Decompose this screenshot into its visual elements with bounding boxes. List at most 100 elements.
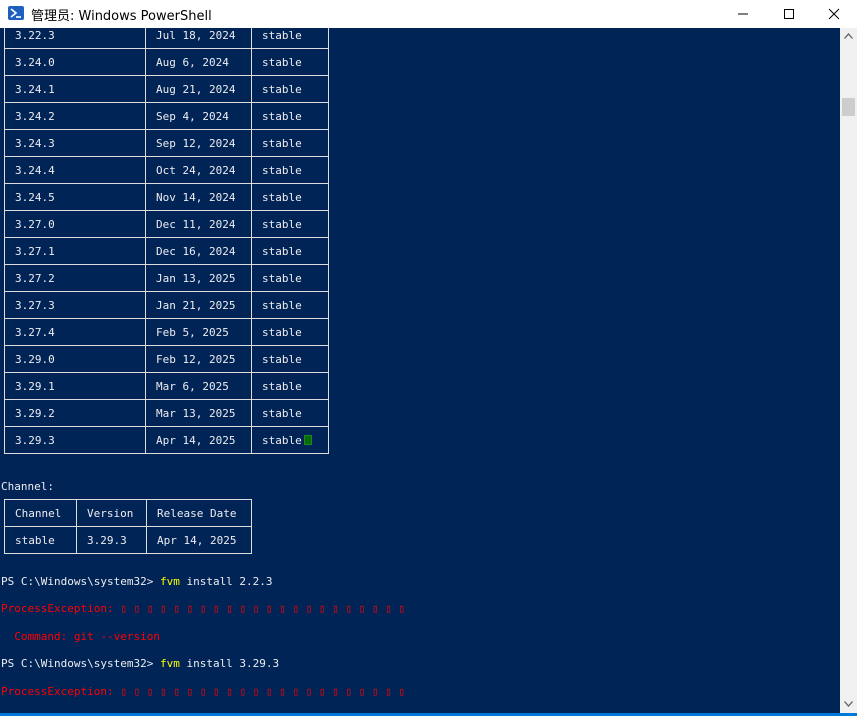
command-name: fvm [159,657,180,670]
date-cell-text: Nov 14, 2024 [156,190,236,204]
chevron-up-icon [844,33,853,39]
release-row: 3.29.3 Apr 14, 2025 stable [4,426,329,454]
channel-cell-text: stable [262,325,302,339]
version-cell: 3.24.2 [4,102,146,130]
version-cell: 3.27.2 [4,264,146,292]
date-cell: Dec 16, 2024 [145,237,252,265]
scrollbar-thumb[interactable] [842,98,855,116]
date-cell-text: Jul 18, 2024 [156,28,236,42]
date-cell: Oct 24, 2024 [145,156,252,184]
channel-cell-text: stable [262,217,302,231]
channel-cell: stable [251,48,329,76]
title-bar[interactable]: 管理员: Windows PowerShell [0,0,857,28]
close-button[interactable] [811,0,857,28]
scroll-up-button[interactable] [840,28,857,45]
date-cell-text: Feb 12, 2025 [156,352,236,366]
date-cell-text: Mar 13, 2025 [156,406,236,420]
version-cell-text: 3.24.0 [15,55,55,69]
channel-table-row: stable 3.29.3 Apr 14, 2025 [4,526,252,554]
date-cell-text: Dec 16, 2024 [156,244,236,258]
version-cell: 3.27.1 [4,237,146,265]
channel-cell-text: stable [262,379,302,393]
date-cell: Jan 13, 2025 [145,264,252,292]
release-row: 3.29.1 Mar 6, 2025 stable [4,372,329,400]
date-cell: Nov 14, 2024 [145,183,252,211]
header-cell: Version [76,499,147,527]
error-text: ProcessException: [1,602,121,615]
release-row: 3.24.0 Aug 6, 2024 stable [4,48,329,76]
date-cell-text: Sep 12, 2024 [156,136,236,150]
cursor-marker [303,434,312,445]
date-cell: Mar 13, 2025 [145,399,252,427]
date-cell: Jan 21, 2025 [145,291,252,319]
release-row: 3.27.1 Dec 16, 2024 stable [4,237,329,265]
channel-cell: stable [251,264,329,292]
release-row: 3.22.3 Jul 18, 2024 stable [4,28,329,49]
version-cell: 3.29.0 [4,345,146,373]
chevron-down-icon [844,701,853,707]
version-cell-text: 3.24.4 [15,163,55,177]
channel-cell: stable [251,426,329,454]
powershell-window: 管理员: Windows PowerShell 3.22.3 Jul 18, 20… [0,0,857,716]
date-cell-text: Aug 6, 2024 [156,55,229,69]
release-row: 3.24.3 Sep 12, 2024 stable [4,129,329,157]
version-cell: 3.27.4 [4,318,146,346]
error-line: ProcessException: ▯ ▯ ▯ ▯ ▯ ▯ ▯ ▯ ▯ ▯ ▯ … [1,685,405,699]
date-cell: Aug 21, 2024 [145,75,252,103]
channel-cell: stable [251,318,329,346]
channel-cell: stable [251,399,329,427]
release-row: 3.24.2 Sep 4, 2024 stable [4,102,329,130]
error-detail: Command: git --version [1,630,160,643]
date-cell: Feb 5, 2025 [145,318,252,346]
date-cell-text: Dec 11, 2024 [156,217,236,231]
version-cell: 3.22.3 [4,28,146,49]
version-cell: 3.27.0 [4,210,146,238]
date-cell: Mar 6, 2025 [145,372,252,400]
channel-cell: stable [251,237,329,265]
date-cell-text: Jan 21, 2025 [156,298,236,312]
date-cell: Sep 12, 2024 [145,129,252,157]
version-cell-text: 3.29.2 [15,406,55,420]
version-cell-text: 3.24.3 [15,136,55,150]
version-cell-text: 3.29.0 [15,352,55,366]
date-cell-text: Apr 14, 2025 [156,433,236,447]
release-row: 3.24.4 Oct 24, 2024 stable [4,156,329,184]
channel-cell-text: stable [262,190,302,204]
release-row: 3.29.2 Mar 13, 2025 stable [4,399,329,427]
channel-cell-text: stable [262,163,302,177]
command-name: fvm [159,575,180,588]
vertical-scrollbar[interactable] [840,28,857,713]
console-output[interactable]: 3.22.3 Jul 18, 2024 stable 3.24.0 Aug 6, 202… [0,28,840,713]
channel-cell: stable [251,28,329,49]
channel-cell: stable [251,345,329,373]
version-cell-text: 3.27.4 [15,325,55,339]
close-icon [828,8,840,20]
version-cell-text: 3.27.0 [15,217,55,231]
channel-cell-text: stable [262,352,302,366]
scroll-down-button[interactable] [840,696,857,713]
channel-cell-text: stable [262,55,302,69]
channel-cell: stable [251,102,329,130]
maximize-button[interactable] [766,0,812,28]
version-cell: 3.24.1 [4,75,146,103]
release-row: 3.27.3 Jan 21, 2025 stable [4,291,329,319]
date-cell: Apr 14, 2025 [145,426,252,454]
channel-cell: stable [251,156,329,184]
command-line: PS C:\Windows\system32> fvm install 3.29… [1,657,279,671]
channel-cell-text: stable [262,298,302,312]
channel-cell-text: stable [262,244,302,258]
minimize-button[interactable] [720,0,766,28]
powershell-icon [8,6,24,20]
version-cell: 3.29.1 [4,372,146,400]
channel-cell-text: stable [262,433,302,447]
date-cell: Sep 4, 2024 [145,102,252,130]
release-row: 3.29.0 Feb 12, 2025 stable [4,345,329,373]
date-cell-text: Jan 13, 2025 [156,271,236,285]
date-cell: Jul 18, 2024 [145,28,252,49]
date-cell: Aug 6, 2024 [145,48,252,76]
releases-table: 3.22.3 Jul 18, 2024 stable 3.24.0 Aug 6, 202… [4,28,329,454]
channel-cell-text: stable [262,271,302,285]
version-cell-text: 3.29.1 [15,379,55,393]
header-cell: Release Date [146,499,252,527]
version-cell-text: 3.24.2 [15,109,55,123]
